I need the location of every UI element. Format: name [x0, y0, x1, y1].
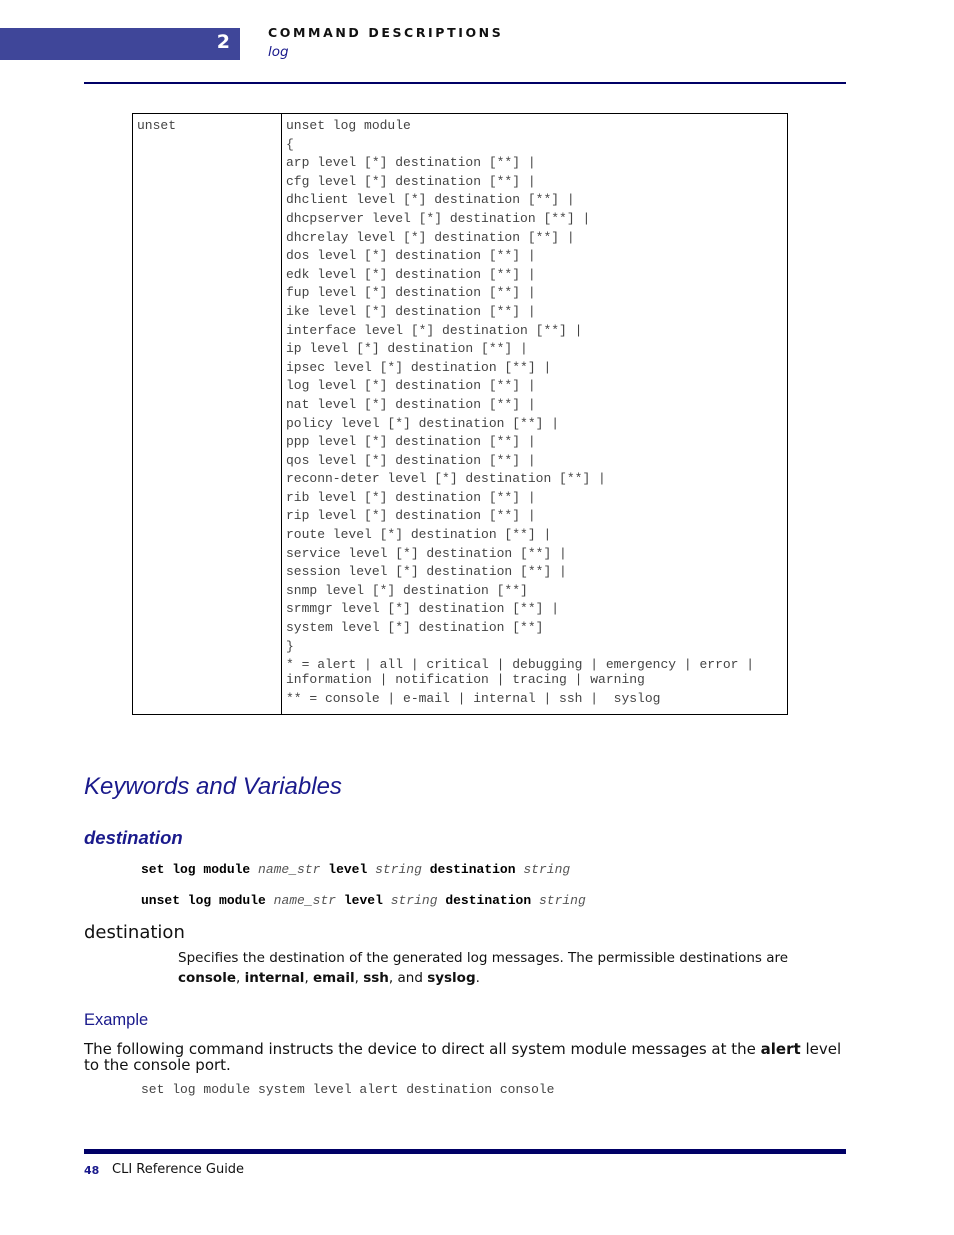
chapter-number: 2 [216, 31, 230, 53]
example-description: The following command instructs the devi… [84, 1041, 854, 1073]
syntax-line: edk level [*] destination [**] | [286, 266, 536, 282]
separator: , [304, 969, 314, 986]
syntax-line: session level [*] destination [**] | [286, 564, 567, 580]
separator: , [354, 969, 364, 986]
description-text: Specifies the destination of the generat… [178, 950, 789, 966]
syntax-keyword: level [328, 862, 368, 877]
syntax-line: ike level [*] destination [**] | [286, 303, 536, 319]
separator: , [235, 969, 245, 986]
syntax-line: ipsec level [*] destination [**] | [286, 359, 552, 375]
section-subtitle: log [268, 44, 289, 60]
set-syntax-line: set log module name_str level string des… [141, 862, 570, 877]
destinations-note: ** = console | e-mail | internal | ssh |… [286, 691, 661, 707]
syntax-line: { [286, 136, 294, 152]
syntax-table: unset unset log module { arp level [*] des… [132, 113, 788, 715]
chapter-tab: 2 [0, 28, 240, 60]
syntax-line: } [286, 638, 294, 654]
example-code: set log module system level alert destin… [141, 1082, 555, 1097]
syntax-variable: string [390, 893, 438, 908]
keywords-heading: Keywords and Variables [84, 773, 342, 800]
page-number: 48 [84, 1164, 100, 1177]
destination-email: email [313, 969, 355, 986]
syntax-line: log level [*] destination [**] | [286, 378, 536, 394]
table-row: unset unset log module { arp level [*] des… [132, 113, 788, 715]
syntax-variable: name_str [258, 862, 321, 877]
header-divider [84, 82, 846, 84]
command-cell: unset [132, 113, 282, 715]
syntax-variable: string [375, 862, 422, 877]
footer-divider [84, 1149, 846, 1154]
example-bold-term: alert [760, 1040, 801, 1058]
term-destination: destination [84, 922, 185, 943]
destination-console: console [178, 969, 236, 986]
syntax-line: route level [*] destination [**] | [286, 527, 552, 543]
levels-note-line-1: * = alert | all | critical | debugging |… [286, 657, 755, 673]
destination-internal: internal [244, 969, 305, 986]
syntax-line: ip level [*] destination [**] | [286, 341, 528, 357]
guide-name: CLI Reference Guide [112, 1162, 245, 1177]
syntax-line: cfg level [*] destination [**] | [286, 173, 536, 189]
syntax-line: system level [*] destination [**] [286, 620, 544, 636]
syntax-line: unset log module [286, 118, 411, 133]
syntax-line: policy level [*] destination [**] | [286, 415, 560, 431]
example-heading: Example [84, 1011, 149, 1029]
separator: . [475, 969, 480, 986]
syntax-line: qos level [*] destination [**] | [286, 452, 536, 468]
syntax-line: rip level [*] destination [**] | [286, 508, 536, 524]
syntax-variable: string [538, 893, 586, 908]
syntax-line: dos level [*] destination [**] | [286, 248, 536, 264]
syntax-line: dhclient level [*] destination [**] | [286, 192, 575, 208]
levels-note-line-2: information | notification | tracing | w… [286, 671, 645, 687]
syntax-line: nat level [*] destination [**] | [286, 396, 536, 412]
syntax-line: dhcrelay level [*] destination [**] | [286, 229, 575, 245]
syntax-line: reconn-deter level [*] destination [**] … [286, 471, 606, 487]
syntax-line: dhcpserver level [*] destination [**] | [286, 210, 591, 226]
syntax-line: rib level [*] destination [**] | [286, 489, 536, 505]
section-title: COMMAND DESCRIPTIONS [268, 25, 504, 40]
destination-ssh: ssh [363, 969, 389, 986]
levels-note: * = alert | all | critical | debugging |… [286, 657, 783, 687]
syntax-keyword: destination [445, 893, 532, 908]
command-name: unset [137, 118, 177, 133]
destination-syslog: syslog [427, 969, 476, 986]
separator: , and [388, 969, 428, 986]
unset-syntax-line: unset log module name_str level string d… [141, 893, 586, 908]
syntax-line: arp level [*] destination [**] | [286, 155, 536, 171]
syntax-line: snmp level [*] destination [**] [286, 582, 528, 598]
syntax-lines: unset log module { arp level [*] destinati… [286, 117, 783, 656]
syntax-variable: name_str [273, 893, 337, 908]
destination-subheading: destination [84, 827, 183, 848]
syntax-line: ppp level [*] destination [**] | [286, 434, 536, 450]
term-description: Specifies the destination of the generat… [178, 949, 838, 988]
syntax-variable: string [523, 862, 571, 877]
syntax-keyword: level [343, 893, 383, 908]
syntax-line: fup level [*] destination [**] | [286, 285, 536, 301]
syntax-line: interface level [*] destination [**] | [286, 322, 583, 338]
syntax-keyword: unset log module [141, 893, 266, 908]
syntax-keyword: set log module [141, 862, 251, 877]
syntax-line: service level [*] destination [**] | [286, 545, 567, 561]
syntax-cell: unset log module { arp level [*] destinati… [281, 113, 788, 715]
syntax-line: srmmgr level [*] destination [**] | [286, 601, 560, 617]
syntax-keyword: destination [429, 862, 516, 877]
